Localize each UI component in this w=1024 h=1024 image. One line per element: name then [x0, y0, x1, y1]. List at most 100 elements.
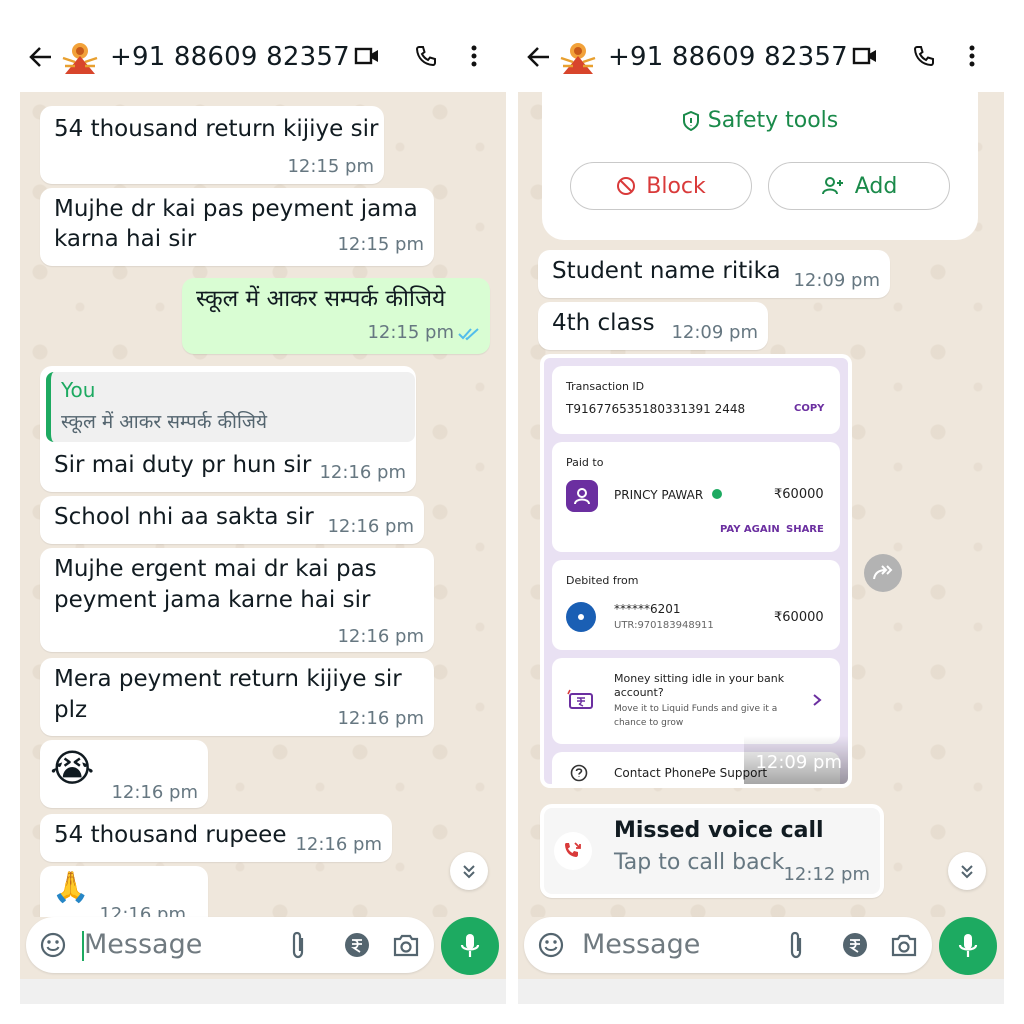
block-label: Block — [646, 173, 706, 199]
quoted-message[interactable]: You स्कूल में आकर सम्पर्क कीजिये — [46, 372, 415, 442]
incoming-message[interactable]: Mujhe ergent mai dr kai pas peyment jama… — [40, 548, 434, 652]
pay-again-button[interactable]: PAY AGAIN — [720, 524, 780, 535]
emoji-icon[interactable] — [40, 932, 66, 962]
incoming-message[interactable]: 54 thousand return kijiye sir 12:15 pm — [40, 106, 384, 184]
message-text: Mera peyment return kijiye sir — [54, 666, 402, 692]
chat-area[interactable]: Safety tools Block Add Student name riti… — [518, 92, 1004, 917]
emoji-icon[interactable] — [538, 932, 564, 962]
paid-to-card: Paid to PRINCY PAWAR ₹60000 PAY AGAIN SH… — [552, 442, 840, 552]
contact-number[interactable]: +91 88609 82357 — [608, 42, 848, 72]
transaction-id-label: Transaction ID — [566, 380, 645, 393]
message-time: 12:16 pm — [319, 462, 406, 483]
missed-call-icon — [565, 842, 581, 857]
attach-icon[interactable] — [786, 930, 806, 964]
voice-record-button[interactable] — [939, 917, 997, 975]
sbi-bank-icon — [566, 602, 596, 632]
receipt-image[interactable]: Transaction ID T916776535180331391 2448 … — [544, 358, 848, 784]
message-input-box[interactable]: Message — [524, 917, 932, 973]
read-ticks-icon — [458, 326, 480, 345]
message-time: 12:16 pm — [337, 708, 424, 729]
share-button[interactable]: SHARE — [786, 524, 824, 535]
liquid-funds-promo-card[interactable]: Money sitting idle in your bank account?… — [552, 658, 840, 744]
add-label: Add — [854, 173, 898, 199]
message-text: 54 thousand return kijiye sir — [54, 116, 379, 142]
add-contact-button[interactable]: Add — [768, 162, 950, 210]
forward-button[interactable] — [864, 554, 902, 592]
message-time: 12:09 pm — [793, 270, 880, 291]
message-time: 12:16 pm — [327, 516, 414, 537]
attach-icon[interactable] — [288, 930, 308, 964]
message-input[interactable]: Message — [84, 929, 202, 960]
message-text: plz — [54, 697, 88, 723]
video-call-icon[interactable] — [852, 36, 878, 76]
message-text: स्कूल में आकर सम्पर्क कीजिये — [196, 286, 446, 312]
message-text: karna hai sir — [54, 226, 197, 252]
promo-sub-line2: chance to grow — [614, 718, 684, 728]
chat-header: +91 88609 82357 — [20, 0, 506, 92]
back-arrow-icon[interactable] — [22, 37, 60, 77]
incoming-emoji-message[interactable]: 😭 12:16 pm — [40, 740, 208, 808]
payment-screenshot-message[interactable]: Transaction ID T916776535180331391 2448 … — [540, 354, 852, 788]
message-text: 54 thousand rupeee — [54, 822, 287, 848]
message-text: Mujhe dr kai pas peyment jama — [54, 196, 418, 222]
rupee-payment-icon[interactable] — [344, 932, 370, 962]
outgoing-message[interactable]: स्कूल में आकर सम्पर्क कीजिये 12:15 pm — [182, 278, 490, 354]
incoming-message[interactable]: Mujhe dr kai pas peyment jama karna hai … — [40, 188, 434, 266]
message-input[interactable]: Message — [582, 929, 700, 960]
incoming-message[interactable]: 4th class 12:09 pm — [538, 302, 768, 350]
scroll-to-bottom-button[interactable] — [450, 852, 488, 890]
transaction-id-card: Transaction ID T916776535180331391 2448 … — [552, 366, 840, 434]
more-vert-icon[interactable] — [470, 36, 478, 76]
incoming-reply-message[interactable]: You स्कूल में आकर सम्पर्क कीजिये Sir mai… — [40, 366, 416, 492]
payment-amount: ₹60000 — [774, 487, 824, 502]
promo-title-line2: account? — [614, 686, 664, 699]
copy-button[interactable]: COPY — [794, 403, 824, 414]
right-chat-screen: +91 88609 82357 Safety tools Block Add S… — [518, 0, 1004, 1004]
verified-icon — [712, 489, 722, 499]
transaction-id: T916776535180331391 2448 — [566, 402, 746, 416]
message-time: 12:12 pm — [783, 864, 870, 885]
incoming-message[interactable]: Mera peyment return kijiye sir plz 12:16… — [40, 658, 434, 736]
missed-call-subtitle: Tap to call back — [614, 850, 785, 875]
safety-tools-link[interactable]: Safety tools — [542, 108, 978, 133]
camera-icon[interactable] — [890, 932, 918, 962]
help-icon — [570, 764, 588, 784]
message-text: Student name ritika — [552, 258, 781, 284]
promo-title-line1: Money sitting idle in your bank — [614, 672, 785, 685]
chevron-right-icon — [812, 692, 822, 711]
block-button[interactable]: Block — [570, 162, 752, 210]
rupee-funds-icon — [566, 688, 596, 718]
video-call-icon[interactable] — [354, 36, 380, 76]
chat-area[interactable]: 54 thousand return kijiye sir 12:15 pm M… — [20, 92, 506, 917]
message-text: 4th class — [552, 310, 655, 336]
camera-icon[interactable] — [392, 932, 420, 962]
incoming-message[interactable]: Student name ritika 12:09 pm — [538, 250, 890, 298]
debited-from-label: Debited from — [566, 574, 639, 587]
payee-avatar-icon — [566, 480, 598, 512]
message-time: 12:16 pm — [337, 626, 424, 647]
payee-name: PRINCY PAWAR — [614, 488, 704, 502]
voice-record-button[interactable] — [441, 917, 499, 975]
scroll-to-bottom-button[interactable] — [948, 852, 986, 890]
durga-avatar[interactable] — [60, 37, 100, 77]
missed-call-message[interactable]: Missed voice call Tap to call back 12:12… — [540, 804, 884, 898]
quote-author: You — [61, 378, 96, 402]
utr-number: UTR:970183948911 — [614, 620, 714, 631]
incoming-emoji-message[interactable]: 🙏 12:16 pm — [40, 866, 208, 917]
rupee-payment-icon[interactable] — [842, 932, 868, 962]
message-time: 12:15 pm — [287, 156, 374, 177]
back-arrow-icon[interactable] — [520, 37, 558, 77]
message-time: 12:15 pm — [337, 234, 424, 255]
contact-number[interactable]: +91 88609 82357 — [110, 42, 350, 72]
folded-hands-emoji: 🙏 — [52, 870, 90, 905]
durga-avatar[interactable] — [558, 37, 598, 77]
incoming-message[interactable]: School nhi aa sakta sir 12:16 pm — [40, 496, 424, 544]
promo-sub-line1: Move it to Liquid Funds and give it a — [614, 704, 778, 714]
voice-call-icon[interactable] — [414, 36, 438, 76]
voice-call-icon[interactable] — [912, 36, 936, 76]
incoming-message[interactable]: 54 thousand rupeee 12:16 pm — [40, 814, 392, 862]
system-nav-bar — [20, 979, 506, 1004]
message-input-box[interactable]: Message — [26, 917, 434, 973]
debited-from-card: Debited from ******6201 UTR:970183948911… — [552, 560, 840, 650]
more-vert-icon[interactable] — [968, 36, 976, 76]
